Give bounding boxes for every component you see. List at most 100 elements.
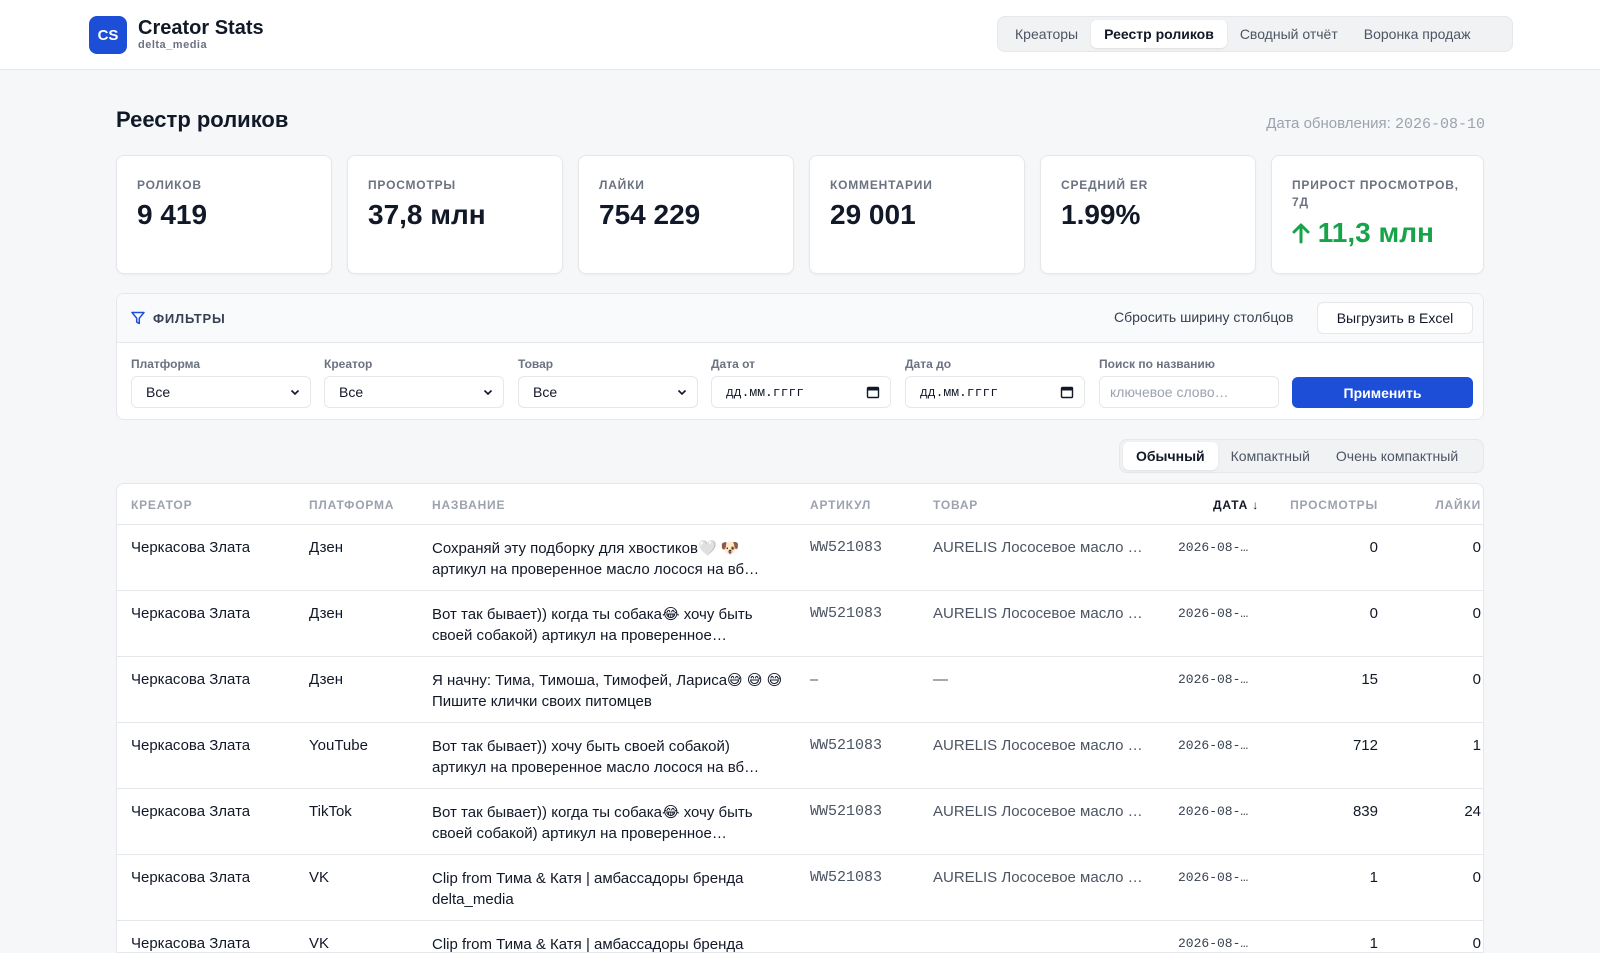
platform-select[interactable]: Все: [131, 376, 311, 408]
date-from-input[interactable]: дд.мм.гггг: [711, 376, 891, 408]
cell-views: 839: [1352, 803, 1378, 820]
nav-tab-creators[interactable]: Креаторы: [1002, 20, 1091, 48]
cell-sku: WW521083: [810, 803, 883, 820]
kpi-value: 29 001: [830, 199, 916, 230]
filters-title: ФИЛЬТРЫ: [153, 311, 226, 326]
column-header-platform[interactable]: Платформа: [309, 498, 394, 512]
cell-product: AURELIS Лососевое масло …: [933, 869, 1143, 886]
kpi-card-average-er: Средний ER 1.99%: [1040, 155, 1256, 274]
cell-sku: WW521083: [810, 737, 883, 754]
cell-title: Я начну: Тима, Тимоша, Тимофей, Лариса😅 …: [432, 672, 783, 710]
kpi-card-views-growth: Прирост просмотров, 7д 11,3 млн: [1271, 155, 1484, 274]
cell-views: 712: [1352, 737, 1378, 754]
density-normal[interactable]: Обычный: [1123, 442, 1218, 470]
cell-views: 15: [1361, 671, 1378, 688]
workspace-name: delta_media: [138, 39, 208, 51]
column-header-views[interactable]: Просмотры: [1290, 498, 1378, 512]
arrow-up-icon: [1292, 223, 1310, 244]
column-header-title[interactable]: Название: [432, 498, 505, 512]
column-header-sku[interactable]: Артикул: [810, 498, 871, 512]
export-excel-button[interactable]: Выгрузить в Excel: [1317, 302, 1473, 334]
date-to-label: Дата до: [905, 357, 952, 371]
date-from-label: Дата от: [711, 357, 756, 371]
table-row[interactable]: Черкасова Злата VK Clip from Тима & Катя…: [117, 855, 1483, 921]
calendar-icon[interactable]: [1060, 385, 1074, 399]
cell-date: 2026-08-…: [1178, 870, 1249, 885]
nav-tab-video-registry[interactable]: Реестр роликов: [1091, 20, 1227, 48]
platform-select-value: Все: [146, 384, 171, 400]
density-switcher: Обычный Компактный Очень компактный: [1119, 439, 1484, 473]
apply-filters-button[interactable]: Применить: [1292, 377, 1473, 408]
kpi-card-views: Просмотры 37,8 млн: [347, 155, 563, 274]
cell-likes: 0: [1472, 539, 1481, 556]
table-row[interactable]: Черкасова Злата Дзен Вот так бывает)) ко…: [117, 591, 1483, 657]
chevron-down-icon: [483, 389, 493, 396]
kpi-card-likes: Лайки 754 229: [578, 155, 794, 274]
kpi-card-videos: Роликов 9 419: [116, 155, 332, 274]
nav-tab-sales-funnel[interactable]: Воронка продаж: [1351, 20, 1484, 48]
product-select[interactable]: Все: [518, 376, 698, 408]
app-logo[interactable]: CS: [89, 16, 127, 54]
cell-platform: Дзен: [309, 605, 343, 622]
table-row[interactable]: Черкасова Злата YouTube Вот так бывает))…: [117, 723, 1483, 789]
cell-title: Вот так бывает)) хочу быть своей собакой…: [432, 738, 760, 776]
cell-likes: 0: [1472, 605, 1481, 622]
table-row[interactable]: Черкасова Злата Дзен Сохраняй эту подбор…: [117, 525, 1483, 591]
cell-date: 2026-08-…: [1178, 804, 1249, 819]
reset-column-width-button[interactable]: Сбросить ширину столбцов: [1114, 309, 1293, 325]
density-compact[interactable]: Компактный: [1218, 442, 1323, 470]
page-title: Реестр роликов: [116, 107, 289, 132]
cell-product: AURELIS Лососевое масло …: [933, 605, 1143, 622]
cell-product: AURELIS Лососевое масло …: [933, 539, 1143, 556]
kpi-label: Прирост просмотров, 7д: [1292, 178, 1459, 209]
product-select-value: Все: [533, 384, 558, 400]
column-header-product[interactable]: Товар: [933, 498, 978, 512]
column-header-likes[interactable]: Лайки: [1435, 498, 1481, 512]
title-search-input[interactable]: ключевое слово…: [1099, 376, 1279, 408]
product-filter-label: Товар: [518, 357, 554, 371]
cell-date: 2026-08-…: [1178, 672, 1249, 687]
column-header-date[interactable]: Дата ↓: [1213, 498, 1259, 512]
calendar-icon[interactable]: [866, 385, 880, 399]
cell-platform: YouTube: [309, 737, 368, 754]
creator-filter-label: Креатор: [324, 357, 373, 371]
nav-tab-summary-report[interactable]: Сводный отчёт: [1227, 20, 1351, 48]
kpi-value: 9 419: [137, 199, 208, 230]
date-to-value: дд.мм.гггг: [920, 384, 999, 400]
cell-sku: WW521083: [810, 605, 883, 622]
kpi-label: Просмотры: [368, 178, 456, 192]
last-updated-label: Дата обновления:: [1266, 115, 1391, 132]
cell-platform: Дзен: [309, 671, 343, 688]
cell-date: 2026-08-…: [1178, 540, 1249, 555]
kpi-card-comments: Комментарии 29 001: [809, 155, 1025, 274]
column-header-creator[interactable]: Креатор: [131, 498, 192, 512]
platform-filter-label: Платформа: [131, 357, 201, 371]
cell-creator: Черкасова Злата: [131, 539, 251, 556]
cell-sku: WW521083: [810, 539, 883, 556]
cell-likes: 1: [1472, 737, 1481, 754]
cell-creator: Черкасова Злата: [131, 737, 251, 754]
cell-creator: Черкасова Злата: [131, 671, 251, 688]
cell-title: Вот так бывает)) когда ты собака😂 хочу б…: [432, 804, 753, 842]
last-updated-date: 2026-08-10: [1394, 116, 1485, 133]
cell-product: AURELIS Лососевое масло …: [933, 803, 1143, 820]
creator-select-value: Все: [339, 384, 364, 400]
table-row[interactable]: Черкасова Злата Дзен Я начну: Тима, Тимо…: [117, 657, 1483, 723]
table-row[interactable]: Черкасова Злата VK Clip from Тима & Катя…: [117, 921, 1483, 952]
density-very-compact[interactable]: Очень компактный: [1323, 442, 1471, 470]
cell-likes: 0: [1472, 671, 1481, 688]
creator-select[interactable]: Все: [324, 376, 504, 408]
kpi-value: 11,3 млн: [1317, 217, 1434, 248]
table-header: Креатор Платформа Название Артикул Товар…: [117, 484, 1483, 525]
cell-creator: Черкасова Злата: [131, 605, 251, 622]
cell-title: Clip from Тима & Катя | амбассадоры брен…: [432, 870, 744, 908]
filters-panel: ФИЛЬТРЫ Сбросить ширину столбцов Выгрузи…: [116, 293, 1484, 420]
kpi-label: Роликов: [137, 178, 202, 192]
cell-creator: Черкасова Злата: [131, 869, 251, 886]
cell-platform: VK: [309, 869, 330, 886]
cell-platform: Дзен: [309, 539, 343, 556]
cell-views: 0: [1369, 539, 1378, 556]
table-row[interactable]: Черкасова Злата TikTok Вот так бывает)) …: [117, 789, 1483, 855]
chevron-down-icon: [290, 389, 300, 396]
date-to-input[interactable]: дд.мм.гггг: [905, 376, 1085, 408]
